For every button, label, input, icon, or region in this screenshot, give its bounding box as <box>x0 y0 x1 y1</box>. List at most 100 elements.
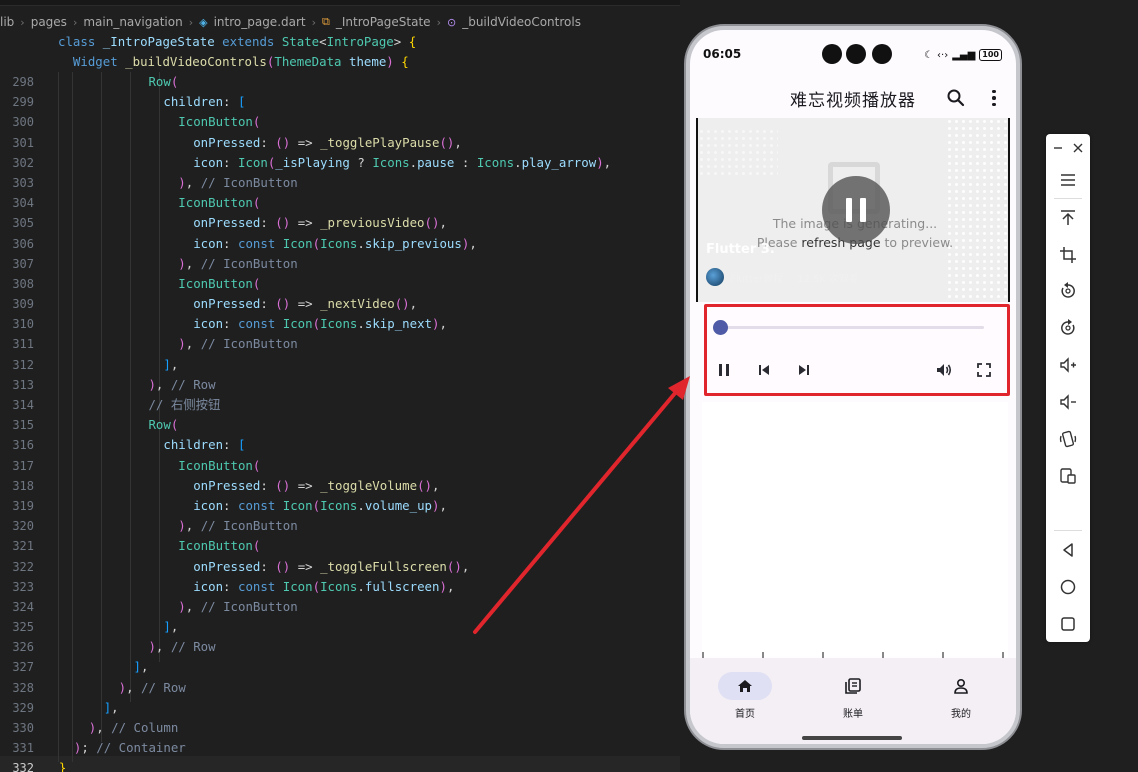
editor-tab-strip <box>0 0 680 6</box>
line-number: 308 <box>12 276 34 291</box>
avatar[interactable] <box>706 268 724 286</box>
close-icon[interactable] <box>1070 138 1086 158</box>
line-number: 321 <box>12 539 34 554</box>
code-line[interactable]: ), // Row <box>44 637 684 657</box>
crop-icon[interactable] <box>1058 245 1078 265</box>
code-line[interactable]: IconButton( <box>44 112 684 132</box>
code-line[interactable]: } <box>44 758 684 772</box>
nav-item-profile[interactable]: 我的 <box>911 672 1011 720</box>
menu-icon[interactable] <box>1058 170 1078 190</box>
code-line[interactable]: onPressed: () => _toggleVolume(), <box>44 476 684 496</box>
nav-item-bill[interactable]: 账单 <box>803 672 903 720</box>
code-line[interactable]: ), // Row <box>44 678 684 698</box>
sticky-scroll-line-class[interactable]: class _IntroPageState extends State<Intr… <box>58 32 416 52</box>
minimize-icon[interactable] <box>1050 138 1066 158</box>
code-line[interactable]: onPressed: () => _toggleFullscreen(), <box>44 557 684 577</box>
code-line[interactable]: ], <box>44 698 684 718</box>
image-noise-pattern <box>946 118 1008 302</box>
code-line[interactable]: ); // Container <box>44 738 684 758</box>
class-symbol-icon: ⧉ <box>322 15 330 28</box>
code-line[interactable]: IconButton( <box>44 193 684 213</box>
nav-label-profile: 我的 <box>951 709 971 720</box>
line-number: 309 <box>12 297 34 312</box>
code-line[interactable]: ), // IconButton <box>44 334 684 354</box>
video-title: Flutter 3. <box>706 242 775 257</box>
line-number: 332 <box>12 761 34 772</box>
pause-overlay-button[interactable] <box>822 176 890 244</box>
code-line[interactable]: IconButton( <box>44 274 684 294</box>
code-line[interactable]: icon: const Icon(Icons.volume_up), <box>44 496 684 516</box>
breadcrumb-item-method[interactable]: _buildVideoControls <box>462 15 581 29</box>
code-lines[interactable]: Row( children: [ IconButton( onPressed: … <box>44 72 684 772</box>
home-icon <box>738 680 752 692</box>
author-row: Flutter教程 12.5K 次观看 <box>706 268 859 286</box>
code-line[interactable]: children: [ <box>44 435 684 455</box>
status-icons: ☾ ‹·› ▂▄▆ 100 <box>924 49 1002 61</box>
code-line[interactable]: // 右侧按钮 <box>44 395 684 415</box>
code-line[interactable]: icon: Icon(_isPlaying ? Icons.pause : Ic… <box>44 153 684 173</box>
line-number: 305 <box>12 216 34 231</box>
search-icon[interactable] <box>946 88 966 108</box>
line-number: 323 <box>12 579 34 594</box>
code-line[interactable]: onPressed: () => _nextVideo(), <box>44 294 684 314</box>
line-number: 310 <box>12 317 34 332</box>
pin-top-icon[interactable] <box>1058 208 1078 228</box>
code-line[interactable]: icon: const Icon(Icons.skip_next), <box>44 314 684 334</box>
status-bar: 06:05 ☾ ‹·› ▂▄▆ 100 <box>690 30 1016 76</box>
line-number: 303 <box>12 175 34 190</box>
person-icon <box>954 678 968 694</box>
volume-up-icon[interactable] <box>1058 355 1078 375</box>
line-number: 319 <box>12 498 34 513</box>
breadcrumb-item-lib[interactable]: lib <box>0 15 14 29</box>
phone-frame: 06:05 ☾ ‹·› ▂▄▆ 100 难忘视频播放器 The image i <box>684 24 1022 750</box>
code-line[interactable]: Row( <box>44 72 684 92</box>
nav-item-home[interactable]: 首页 <box>695 672 795 720</box>
code-line[interactable]: onPressed: () => _togglePlayPause(), <box>44 133 684 153</box>
breadcrumb-item-file[interactable]: intro_page.dart <box>214 15 306 29</box>
emulator-toolbar <box>1046 134 1090 642</box>
code-line[interactable]: icon: const Icon(Icons.skip_previous), <box>44 234 684 254</box>
app-bar: 难忘视频播放器 <box>690 76 1016 120</box>
code-line[interactable]: ), // IconButton <box>44 516 684 536</box>
battery-icon: 100 <box>979 49 1002 61</box>
code-line[interactable]: onPressed: () => _previousVideo(), <box>44 213 684 233</box>
code-line[interactable]: ), // IconButton <box>44 254 684 274</box>
moon-icon: ☾ <box>924 49 934 61</box>
video-player[interactable]: The image is generating... Please refres… <box>696 118 1010 302</box>
home-icon[interactable] <box>1058 577 1078 597</box>
breadcrumb-item-class[interactable]: _IntroPageState <box>336 15 431 29</box>
multi-device-icon[interactable] <box>1058 466 1078 486</box>
line-number: 327 <box>12 660 34 675</box>
toolbar-divider <box>1054 530 1082 531</box>
code-line[interactable]: IconButton( <box>44 536 684 556</box>
code-line[interactable]: icon: const Icon(Icons.fullscreen), <box>44 577 684 597</box>
code-line[interactable]: Row( <box>44 415 684 435</box>
breadcrumb-item-pages[interactable]: pages <box>31 15 67 29</box>
sticky-scroll-line-method[interactable]: Widget _buildVideoControls(ThemeData the… <box>58 52 409 72</box>
code-editor[interactable]: lib › pages › main_navigation › ◈ intro_… <box>0 0 680 772</box>
code-line[interactable]: IconButton( <box>44 456 684 476</box>
home-indicator[interactable] <box>802 736 902 740</box>
breadcrumb-item-main-navigation[interactable]: main_navigation <box>83 15 182 29</box>
line-number: 299 <box>12 95 34 110</box>
shake-icon[interactable] <box>1058 429 1078 449</box>
code-line[interactable]: ], <box>44 617 684 637</box>
code-line[interactable]: ), // IconButton <box>44 597 684 617</box>
code-line[interactable]: ), // Column <box>44 718 684 738</box>
phone-screen[interactable]: 06:05 ☾ ‹·› ▂▄▆ 100 难忘视频播放器 The image i <box>690 30 1016 744</box>
volume-down-icon[interactable] <box>1058 392 1078 412</box>
code-line[interactable]: ], <box>44 355 684 375</box>
line-number: 316 <box>12 438 34 453</box>
code-line[interactable]: children: [ <box>44 92 684 112</box>
breadcrumb: lib › pages › main_navigation › ◈ intro_… <box>0 12 581 32</box>
code-line[interactable]: ], <box>44 657 684 677</box>
code-line[interactable]: ), // IconButton <box>44 173 684 193</box>
rotate-right-icon[interactable] <box>1058 318 1078 338</box>
annotation-highlight-box <box>704 304 1010 396</box>
back-icon[interactable] <box>1058 540 1078 560</box>
more-vert-icon[interactable] <box>986 88 1002 108</box>
code-line[interactable]: ), // Row <box>44 375 684 395</box>
rotate-left-icon[interactable] <box>1058 281 1078 301</box>
image-noise-pattern <box>698 128 778 178</box>
overview-icon[interactable] <box>1058 614 1078 634</box>
